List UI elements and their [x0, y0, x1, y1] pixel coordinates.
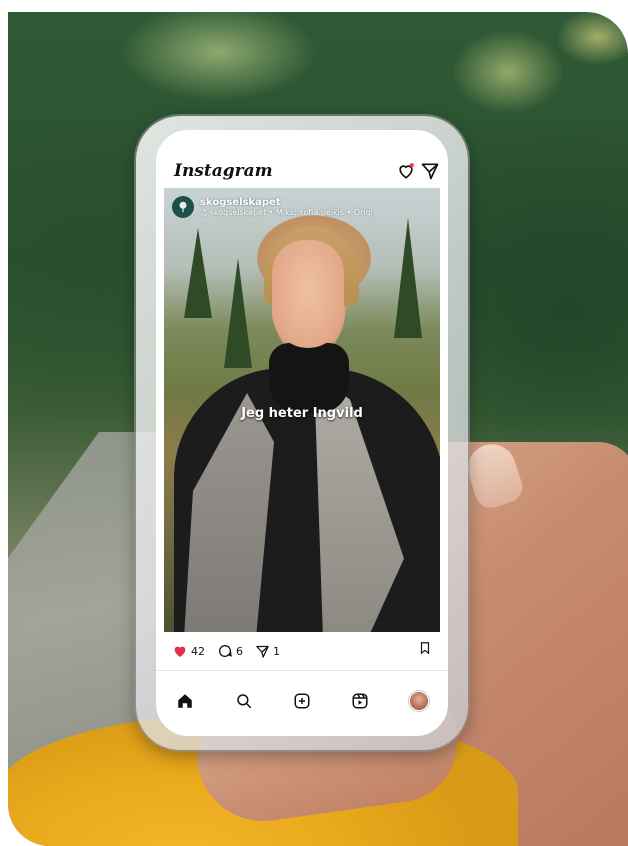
post-avatar[interactable] — [172, 196, 194, 218]
home-icon — [178, 694, 192, 708]
tab-search[interactable] — [233, 690, 255, 712]
instagram-header: Instagram — [156, 130, 448, 188]
tree — [184, 228, 212, 318]
post-media[interactable]: skogselskapet ♫ skogselskapet • Miks: so… — [164, 188, 440, 632]
post-audio-text: skogselskapet • Miks: sofia.peikis • Ori… — [209, 208, 373, 217]
post-audio[interactable]: ♫ skogselskapet • Miks: sofia.peikis • O… — [200, 208, 373, 217]
divider — [156, 670, 448, 671]
turtleneck — [269, 343, 349, 413]
comment-button[interactable]: 6 — [217, 643, 243, 659]
like-button[interactable]: 42 — [172, 643, 205, 659]
bottom-tab-bar — [156, 686, 448, 716]
tree — [394, 218, 422, 338]
phone: Instagram skogselskapet ♫ skogselskapet … — [136, 116, 468, 750]
comment-icon — [219, 645, 232, 657]
send-icon — [256, 645, 269, 658]
tree — [224, 258, 252, 368]
post-username[interactable]: skogselskapet — [200, 197, 373, 208]
tab-home[interactable] — [174, 690, 196, 712]
tab-create[interactable] — [291, 690, 313, 712]
reels-icon — [352, 693, 368, 709]
send-icon[interactable] — [420, 161, 440, 181]
post-actions: 42 6 1 — [172, 640, 432, 662]
like-count: 42 — [191, 644, 205, 658]
share-count: 1 — [273, 644, 280, 658]
post-meta: skogselskapet ♫ skogselskapet • Miks: so… — [172, 196, 373, 218]
create-icon — [294, 693, 310, 709]
tab-profile[interactable] — [408, 690, 430, 712]
video-caption: Jeg heter Ingvild — [241, 406, 363, 421]
bookmark-icon[interactable] — [418, 640, 432, 656]
app-logo: Instagram — [174, 161, 273, 181]
heart-icon[interactable] — [396, 161, 416, 181]
phone-screen: Instagram skogselskapet ♫ skogselskapet … — [156, 130, 448, 736]
tab-reels[interactable] — [349, 690, 371, 712]
share-button[interactable]: 1 — [255, 644, 280, 659]
search-icon — [236, 694, 251, 709]
comment-count: 6 — [236, 644, 243, 658]
face — [272, 240, 344, 348]
tree-logo-icon — [179, 201, 187, 213]
heart-filled-icon — [174, 646, 186, 657]
profile-avatar — [409, 692, 428, 710]
notification-dot — [409, 163, 414, 168]
